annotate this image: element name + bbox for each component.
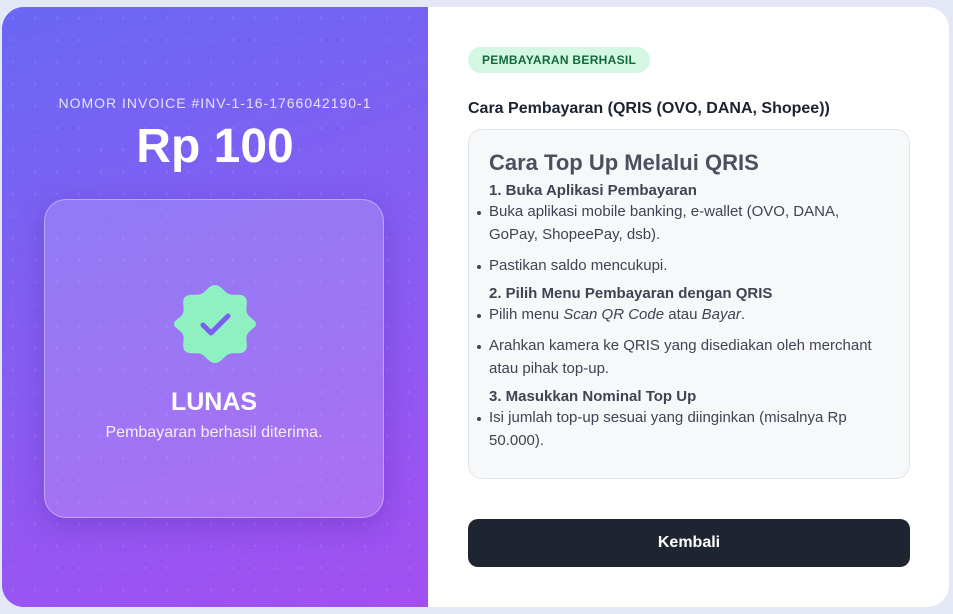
status-box: LUNAS Pembayaran berhasil diterima. bbox=[44, 199, 384, 518]
invoice-number: NOMOR INVOICE #INV-1-16-1766042190-1 bbox=[58, 95, 372, 111]
status-badge: PEMBAYARAN BERHASIL bbox=[468, 47, 651, 73]
invoice-panel: NOMOR INVOICE #INV-1-16-1766042190-1 Rp … bbox=[2, 7, 428, 607]
status-title: LUNAS bbox=[170, 388, 258, 416]
instructions-title: Cara Top Up Melalui QRIS bbox=[489, 150, 759, 175]
list-item: Pastikan saldo mencukupi. bbox=[477, 254, 889, 277]
list-item: Isi jumlah top-up sesuai yang diinginkan… bbox=[477, 406, 889, 452]
step-title: 2. Pilih Menu Pembayaran dengan QRIS bbox=[489, 285, 773, 302]
step-title: 3. Masukkan Nominal Top Up bbox=[489, 388, 697, 405]
status-subtitle: Pembayaran berhasil diterima. bbox=[105, 424, 323, 441]
list-item: Arahkan kamera ke QRIS yang disediakan o… bbox=[477, 334, 889, 380]
list-item: Buka aplikasi mobile banking, e-wallet (… bbox=[477, 200, 889, 246]
step-title: 1. Buka Aplikasi Pembayaran bbox=[489, 182, 697, 199]
invoice-amount: Rp 100 bbox=[136, 120, 294, 173]
payment-card: NOMOR INVOICE #INV-1-16-1766042190-1 Rp … bbox=[2, 7, 949, 607]
payment-details-panel: PEMBAYARAN BERHASIL Cara Pembayaran (QRI… bbox=[428, 7, 949, 607]
payment-method-title: Cara Pembayaran (QRIS (OVO, DANA, Shopee… bbox=[468, 100, 830, 117]
check-badge-icon bbox=[174, 285, 256, 363]
back-button[interactable]: Kembali bbox=[468, 519, 910, 567]
list-item: Pilih menu Scan QR Code atau Bayar. bbox=[477, 303, 889, 326]
instructions-box: Cara Top Up Melalui QRIS 1. Buka Aplikas… bbox=[468, 129, 910, 479]
